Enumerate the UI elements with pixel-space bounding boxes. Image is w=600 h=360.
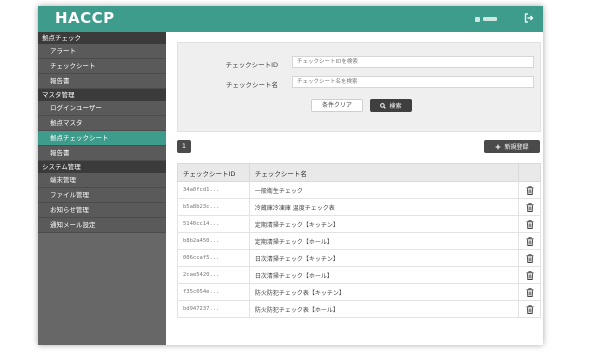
sidebar-item-files[interactable]: ファイル管理	[38, 188, 166, 203]
cell-checksheet-id: b8b2a450...	[177, 232, 250, 250]
cell-actions	[518, 266, 541, 284]
cell-checksheet-name: 定期清掃チェック【ホール】	[248, 232, 520, 250]
sidebar-item-checksheet[interactable]: チェックシート	[38, 59, 166, 74]
cell-checksheet-id: bd947237...	[177, 300, 250, 318]
search-button[interactable]: 検索	[370, 99, 412, 112]
sidebar-item-notices[interactable]: お知らせ管理	[38, 203, 166, 218]
table-header-row: チェックシートID チェックシート名	[177, 163, 541, 182]
trash-icon[interactable]	[526, 236, 534, 246]
cell-checksheet-id: 5140cc14...	[177, 215, 250, 233]
column-header-name: チェックシート名	[248, 163, 520, 182]
cell-checksheet-id: 2cae5420...	[177, 266, 250, 284]
table-row[interactable]: 006ccaf5... 日次清掃チェック【キッチン】	[177, 249, 541, 267]
cell-checksheet-name: 防火防犯チェック表【ホール】	[248, 300, 520, 318]
sidebar-item-site-master[interactable]: 拠点マスタ	[38, 116, 166, 131]
search-icon	[380, 102, 387, 109]
sidebar-section-master: マスタ管理	[38, 89, 166, 101]
main-content: チェックシートID チェックシート名 条件クリア 検索 1 新規登録	[166, 32, 543, 345]
cell-checksheet-id: b5a8b23c...	[177, 198, 250, 216]
plus-icon	[496, 144, 501, 149]
pagination-page-1[interactable]: 1	[177, 140, 191, 153]
user-menu[interactable]	[475, 14, 497, 24]
sidebar-item-login-users[interactable]: ログインユーザー	[38, 101, 166, 116]
table-row[interactable]: bd947237... 防火防犯チェック表【ホール】	[177, 300, 541, 318]
search-button-label: 検索	[389, 103, 402, 110]
trash-icon[interactable]	[526, 270, 534, 280]
user-name-placeholder	[483, 17, 497, 21]
checksheet-id-input[interactable]	[292, 56, 534, 68]
sidebar-item-terminals[interactable]: 端末管理	[38, 173, 166, 188]
new-register-button[interactable]: 新規登録	[484, 140, 540, 153]
sidebar-item-mail-settings[interactable]: 通知メール設定	[38, 218, 166, 233]
checksheet-name-input[interactable]	[292, 76, 534, 88]
trash-icon[interactable]	[526, 253, 534, 263]
cell-actions	[518, 181, 541, 199]
sidebar-item-report[interactable]: 報告書	[38, 74, 166, 89]
new-register-label: 新規登録	[504, 144, 529, 151]
checksheet-name-label: チェックシート名	[226, 81, 278, 89]
cell-actions	[518, 198, 541, 216]
sidebar-section-site-check: 拠点チェック	[38, 32, 166, 44]
table-row[interactable]: 34a0fcd1... 一般衛生チェック	[177, 181, 541, 199]
sidebar: 拠点チェック アラート チェックシート 報告書 マスタ管理 ログインユーザー 拠…	[38, 32, 166, 345]
checksheet-table: チェックシートID チェックシート名 34a0fcd1... 一般衛生チェック b5…	[177, 163, 541, 318]
cell-actions	[518, 283, 541, 301]
cell-checksheet-id: 006ccaf5...	[177, 249, 250, 267]
cell-checksheet-name: 冷蔵庫冷凍庫 温度チェック表	[248, 198, 520, 216]
sidebar-item-alert[interactable]: アラート	[38, 44, 166, 59]
cell-checksheet-name: 一般衛生チェック	[248, 181, 520, 199]
clear-conditions-button[interactable]: 条件クリア	[311, 99, 363, 112]
cell-checksheet-name: 日次清掃チェック【キッチン】	[248, 249, 520, 267]
cell-actions	[518, 232, 541, 250]
trash-icon[interactable]	[526, 219, 534, 229]
cell-checksheet-name: 日次清掃チェック【ホール】	[248, 266, 520, 284]
table-row[interactable]: f35c054e... 防火防犯チェック表【キッチン】	[177, 283, 541, 301]
logout-icon[interactable]	[524, 13, 534, 23]
top-bar: HACCP	[38, 6, 543, 32]
table-row[interactable]: b5a8b23c... 冷蔵庫冷凍庫 温度チェック表	[177, 198, 541, 216]
trash-icon[interactable]	[526, 202, 534, 212]
search-panel: チェックシートID チェックシート名 条件クリア 検索	[177, 42, 541, 132]
table-row[interactable]: 2cae5420... 日次清掃チェック【ホール】	[177, 266, 541, 284]
cell-actions	[518, 249, 541, 267]
sidebar-item-report-master[interactable]: 報告書	[38, 146, 166, 161]
cell-checksheet-id: 34a0fcd1...	[177, 181, 250, 199]
table-row[interactable]: 5140cc14... 定期清掃チェック【キッチン】	[177, 215, 541, 233]
app-logo[interactable]: HACCP	[55, 9, 115, 27]
trash-icon[interactable]	[526, 185, 534, 195]
cell-actions	[518, 300, 541, 318]
table-row[interactable]: b8b2a450... 定期清掃チェック【ホール】	[177, 232, 541, 250]
checksheet-id-label: チェックシートID	[225, 61, 278, 69]
cell-checksheet-name: 防火防犯チェック表【キッチン】	[248, 283, 520, 301]
cell-actions	[518, 215, 541, 233]
trash-icon[interactable]	[526, 287, 534, 297]
cell-checksheet-name: 定期清掃チェック【キッチン】	[248, 215, 520, 233]
user-icon	[475, 16, 480, 22]
cell-checksheet-id: f35c054e...	[177, 283, 250, 301]
app-window: HACCP 拠点チェック アラート チェックシート 報告書 マスタ管理 ログイン…	[38, 6, 543, 345]
column-header-actions	[518, 163, 541, 182]
trash-icon[interactable]	[526, 304, 534, 314]
column-header-id: チェックシートID	[177, 163, 250, 182]
sidebar-item-site-checksheet[interactable]: 拠点チェックシート	[38, 131, 166, 146]
sidebar-section-system: システム管理	[38, 161, 166, 173]
